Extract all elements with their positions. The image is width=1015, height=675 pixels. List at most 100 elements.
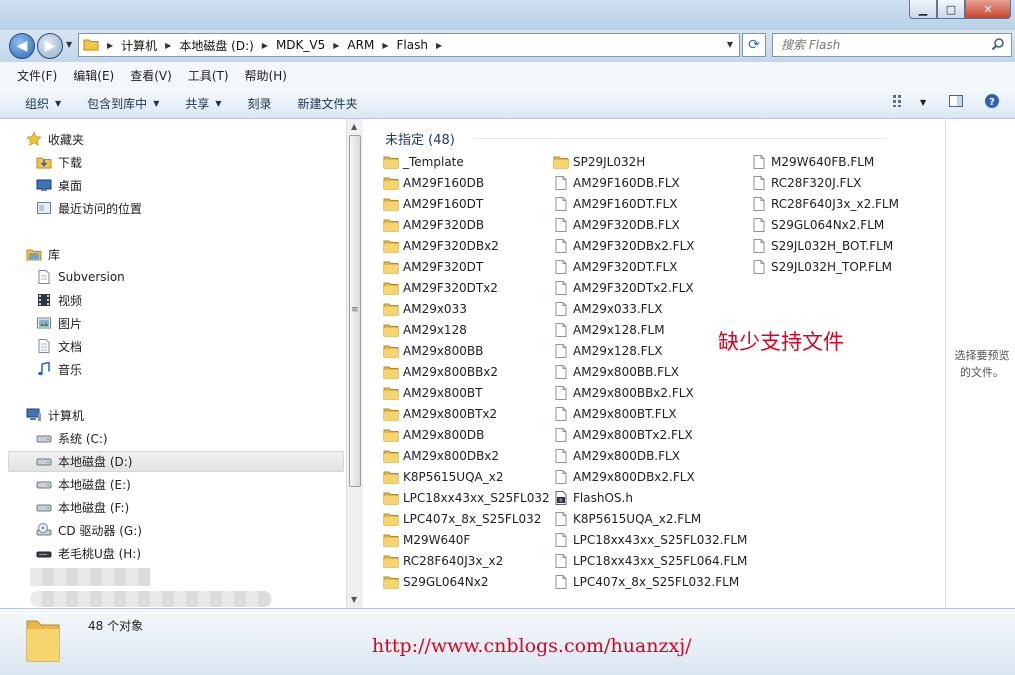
new-folder-button[interactable]: 新建文件夹	[298, 95, 358, 112]
burn-button[interactable]: 刻录	[248, 95, 272, 112]
sidebar-item-drive-e[interactable]: 本地磁盘 (E:)	[36, 473, 131, 495]
sidebar-item-drive-f[interactable]: 本地磁盘 (F:)	[36, 496, 129, 518]
file-item[interactable]: RC28F320J.FLX	[751, 173, 861, 193]
file-item[interactable]: M29W640FB.FLM	[751, 152, 874, 172]
file-item[interactable]: AM29x800DBx2.FLX	[553, 467, 695, 487]
folder-item[interactable]: AM29F320DT	[383, 257, 483, 277]
folder-item[interactable]: AM29F320DTx2	[383, 278, 498, 298]
close-button[interactable]: ✕	[965, 0, 1011, 19]
navigation-scrollbar[interactable]: ▲ ≡ ▼	[346, 119, 363, 608]
file-item[interactable]: S29JL032H_TOP.FLM	[751, 257, 892, 277]
folder-item[interactable]: AM29x800DBx2	[383, 446, 499, 466]
folder-item[interactable]: AM29x800BTx2	[383, 404, 497, 424]
menu-tools[interactable]: 工具(T)	[188, 67, 229, 84]
preview-pane-button[interactable]	[948, 93, 964, 112]
sidebar-item-computer[interactable]: 计算机	[26, 404, 84, 426]
file-item[interactable]: AM29F320DT.FLX	[553, 257, 677, 277]
menu-help[interactable]: 帮助(H)	[245, 67, 287, 84]
sidebar-item-drive-h[interactable]: 老毛桃U盘 (H:)	[36, 542, 141, 564]
back-button[interactable]: ◀	[9, 33, 35, 59]
file-item[interactable]: AM29x800DB.FLX	[553, 446, 680, 466]
file-item[interactable]: AM29F320DTx2.FLX	[553, 278, 694, 298]
menu-view[interactable]: 查看(V)	[130, 67, 172, 84]
search-input[interactable]	[781, 37, 981, 53]
scroll-up-icon[interactable]: ▲	[351, 122, 357, 131]
sidebar-item-recent[interactable]: 最近访问的位置	[36, 197, 142, 219]
sidebar-item-drive-g[interactable]: CD 驱动器 (G:)	[36, 519, 142, 541]
scroll-down-icon[interactable]: ▼	[351, 595, 357, 604]
folder-item[interactable]: SP29JL032H	[553, 152, 645, 172]
group-header[interactable]: 未指定 (48)	[385, 129, 455, 148]
folder-item[interactable]: AM29x800BBx2	[383, 362, 498, 382]
share-button[interactable]: 共享 ▼	[185, 95, 221, 112]
sidebar-item-drive-c[interactable]: 系统 (C:)	[36, 427, 108, 449]
sidebar-item-libraries[interactable]: 库	[26, 243, 60, 265]
sidebar-item-documents[interactable]: 文档	[36, 335, 82, 357]
file-item[interactable]: RC28F640J3x_x2.FLM	[751, 194, 899, 214]
forward-button[interactable]: ▶	[37, 33, 63, 59]
chevron-right-icon[interactable]: ▶	[436, 41, 442, 50]
sidebar-item-desktop[interactable]: 桌面	[36, 174, 82, 196]
menu-file[interactable]: 文件(F)	[17, 67, 57, 84]
sidebar-item-music[interactable]: 音乐	[36, 358, 82, 380]
folder-item[interactable]: K8P5615UQA_x2	[383, 467, 503, 487]
folder-item[interactable]: AM29x033	[383, 299, 467, 319]
file-item[interactable]: AM29x128.FLM	[553, 320, 665, 340]
folder-item[interactable]: RC28F640J3x_x2	[383, 551, 503, 571]
breadcrumb-computer[interactable]: 计算机	[121, 37, 157, 54]
minimize-button[interactable]: ▁	[909, 0, 937, 19]
organize-button[interactable]: 组织 ▼	[25, 95, 61, 112]
sidebar-item-downloads[interactable]: 下载	[36, 151, 82, 173]
file-item[interactable]: AM29F320DB.FLX	[553, 215, 680, 235]
file-item[interactable]: AM29x800BB.FLX	[553, 362, 679, 382]
chevron-right-icon[interactable]: ▶	[262, 41, 268, 50]
address-bar[interactable]: ▶ 计算机 ▶ 本地磁盘 (D:) ▶ MDK_V5 ▶ ARM ▶ Flash…	[78, 33, 740, 57]
folder-item[interactable]: AM29x800BB	[383, 341, 483, 361]
sidebar-item-videos[interactable]: 视频	[36, 289, 82, 311]
file-item[interactable]: K8P5615UQA_x2.FLM	[553, 509, 701, 529]
help-button[interactable]: ?	[984, 93, 1000, 112]
breadcrumb-arm[interactable]: ARM	[347, 38, 374, 52]
menu-edit[interactable]: 编辑(E)	[73, 67, 114, 84]
include-in-library-button[interactable]: 包含到库中 ▼	[87, 95, 159, 112]
folder-item[interactable]: AM29F160DB	[383, 173, 484, 193]
breadcrumb-mdk-v5[interactable]: MDK_V5	[276, 38, 325, 52]
folder-item[interactable]: AM29F320DB	[383, 215, 484, 235]
folder-item[interactable]: AM29x128	[383, 320, 467, 340]
chevron-right-icon[interactable]: ▶	[107, 41, 113, 50]
address-dropdown[interactable]: ▼	[727, 40, 733, 49]
folder-item[interactable]: LPC18xx43xx_S25FL032	[383, 488, 550, 508]
search-box[interactable]	[772, 33, 1012, 57]
folder-item[interactable]: M29W640F	[383, 530, 470, 550]
sidebar-item-pictures[interactable]: 图片	[36, 312, 82, 334]
search-icon[interactable]	[991, 37, 1005, 54]
file-item[interactable]: S29GL064Nx2.FLM	[751, 215, 884, 235]
folder-item[interactable]: LPC407x_8x_S25FL032	[383, 509, 541, 529]
chevron-right-icon[interactable]: ▶	[165, 41, 171, 50]
breadcrumb-flash[interactable]: Flash	[396, 38, 427, 52]
file-item[interactable]: AM29F320DBx2.FLX	[553, 236, 694, 256]
file-item[interactable]: AM29x800BT.FLX	[553, 404, 677, 424]
chevron-right-icon[interactable]: ▶	[333, 41, 339, 50]
refresh-button[interactable]: ⟳	[742, 33, 766, 57]
sidebar-item-favorites[interactable]: 收藏夹	[26, 128, 84, 150]
recent-pages-dropdown[interactable]: ▼	[66, 40, 72, 49]
file-item[interactable]: AM29F160DT.FLX	[553, 194, 677, 214]
file-item[interactable]: h FlashOS.h	[553, 488, 633, 508]
chevron-right-icon[interactable]: ▶	[382, 41, 388, 50]
file-item[interactable]: LPC18xx43xx_S25FL064.FLM	[553, 551, 747, 571]
file-item[interactable]: LPC407x_8x_S25FL032.FLM	[553, 572, 739, 592]
file-item[interactable]: AM29x800BTx2.FLX	[553, 425, 693, 445]
sidebar-item-drive-d[interactable]: 本地磁盘 (D:)	[36, 450, 132, 472]
file-item[interactable]: AM29F160DB.FLX	[553, 173, 680, 193]
folder-item[interactable]: AM29x800BT	[383, 383, 482, 403]
folder-item[interactable]: _Template	[383, 152, 464, 172]
file-item[interactable]: S29JL032H_BOT.FLM	[751, 236, 893, 256]
maximize-button[interactable]: □	[937, 0, 965, 19]
breadcrumb-drive-d[interactable]: 本地磁盘 (D:)	[179, 37, 253, 54]
file-item[interactable]: AM29x800BBx2.FLX	[553, 383, 694, 403]
file-item[interactable]: AM29x033.FLX	[553, 299, 662, 319]
sidebar-item-subversion[interactable]: Subversion	[36, 266, 125, 288]
folder-item[interactable]: S29GL064Nx2	[383, 572, 489, 592]
view-options-button[interactable]: ▼	[892, 93, 926, 112]
